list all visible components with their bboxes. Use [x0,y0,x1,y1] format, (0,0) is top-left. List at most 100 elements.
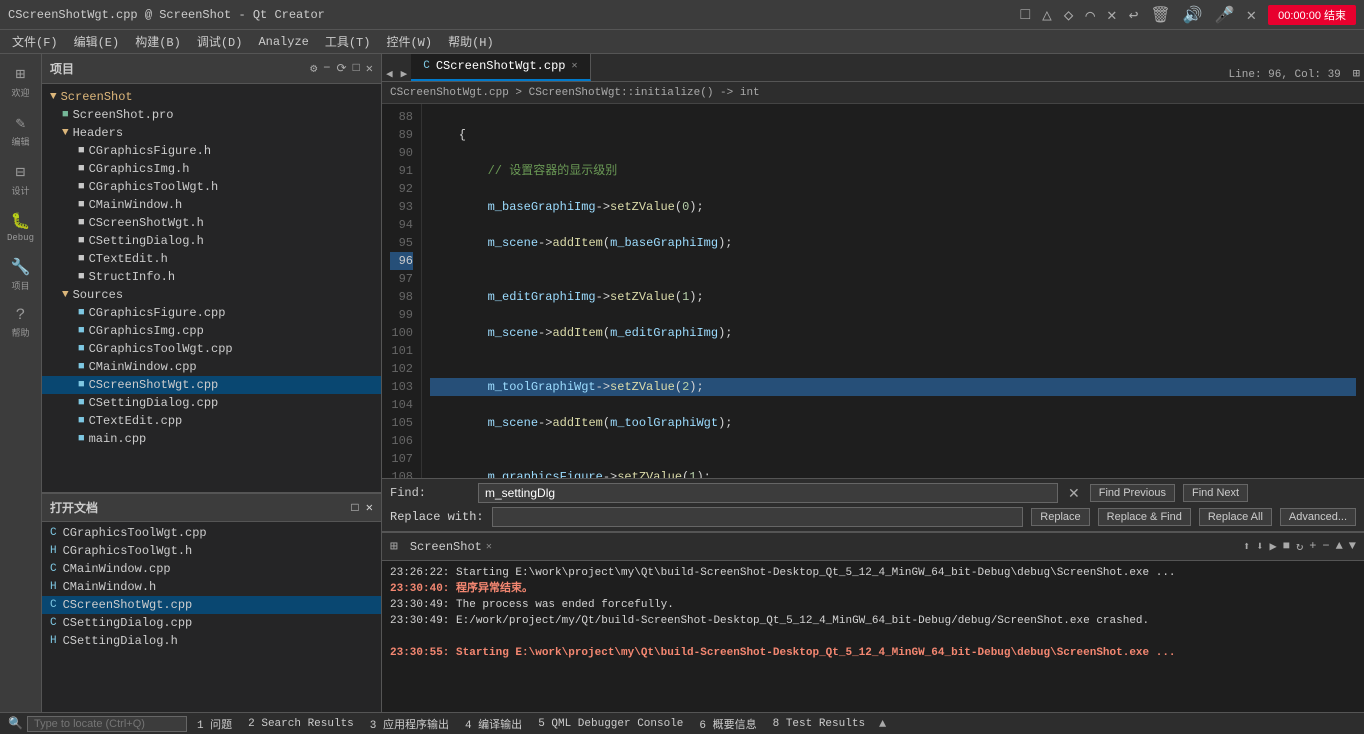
tree-item-CScreenShotWgt-cpp[interactable]: ■CScreenShotWgt.cpp [42,376,381,394]
curve-icon[interactable]: ⌒ [1085,5,1095,25]
tree-item-CGraphicsToolWgt-cpp[interactable]: ■CGraphicsToolWgt.cpp [42,340,381,358]
od-CSettingDialog-cpp[interactable]: CCSettingDialog.cpp [42,614,381,632]
menu-file[interactable]: 文件(F) [4,31,66,52]
editor-tab-CScreenShotWgt[interactable]: C CScreenShotWgt.cpp ✕ [411,54,590,81]
menu-debug[interactable]: 调试(D) [189,31,251,52]
speaker-icon[interactable]: 🔊 [1183,5,1203,25]
tree-item-CScreenShotWgt-h[interactable]: ■CScreenShotWgt.h [42,214,381,232]
od-CScreenShotWgt-cpp[interactable]: CCScreenShotWgt.cpp [42,596,381,614]
tree-item-CGraphicsImg-h[interactable]: ■CGraphicsImg.h [42,160,381,178]
bottombar-qml-debugger[interactable]: 5 QML Debugger Console [532,718,689,730]
output-plus-icon[interactable]: + [1309,539,1316,554]
bottombar-compile-output[interactable]: 4 编译输出 [459,716,528,732]
close-icon[interactable]: ✕ [1246,5,1256,25]
replace-button[interactable]: Replace [1031,508,1089,526]
tree-item-StructInfo-h[interactable]: ■StructInfo.h [42,268,381,286]
find-input[interactable] [478,483,1058,503]
tree-item-CTextEdit-cpp[interactable]: ■CTextEdit.cpp [42,412,381,430]
od-CMainWindow-h[interactable]: HCMainWindow.h [42,578,381,596]
sidebar-item-welcome[interactable]: ⊞ 欢迎 [0,58,41,105]
diamond-icon[interactable]: ◇ [1064,5,1074,25]
menu-help[interactable]: 帮助(H) [440,31,502,52]
maximize-icon[interactable]: □ [353,61,360,76]
output-play-icon[interactable]: ▶ [1270,539,1277,554]
od-CGraphicsToolWgt-h[interactable]: HCGraphicsToolWgt.h [42,542,381,560]
output-up-icon[interactable]: ⬆ [1243,539,1250,554]
close-panel-icon[interactable]: ✕ [366,61,373,76]
tree-item-CGraphicsFigure-h[interactable]: ■CGraphicsFigure.h [42,142,381,160]
advanced-button[interactable]: Advanced... [1280,508,1356,526]
triangle-icon[interactable]: △ [1042,5,1052,25]
close-docs-icon[interactable]: ✕ [366,501,373,515]
find-previous-button[interactable]: Find Previous [1090,484,1175,502]
output-tab-screenshot[interactable]: ScreenShot ✕ [402,538,500,556]
bottombar-app-output[interactable]: 3 应用程序输出 [364,716,455,732]
od-CSettingDialog-h[interactable]: HCSettingDialog.h [42,632,381,650]
bottombar-test-results[interactable]: 8 Test Results [767,718,871,730]
tree-item-main-cpp[interactable]: ■main.cpp [42,430,381,448]
replace-input[interactable] [492,507,1024,527]
od-CMainWindow-cpp[interactable]: CCMainWindow.cpp [42,560,381,578]
tab-nav-next[interactable]: ▶ [397,67,412,81]
sync-icon[interactable]: ⟳ [337,61,347,76]
undo-icon[interactable]: ↩ [1129,5,1139,25]
tab-close-btn[interactable]: ✕ [571,60,577,72]
tree-item-CTextEdit-h[interactable]: ■CTextEdit.h [42,250,381,268]
collapse-icon[interactable]: − [323,61,330,76]
sidebar-item-help[interactable]: ? 帮助 [0,300,41,345]
tree-item-CSettingDialog-cpp[interactable]: ■CSettingDialog.cpp [42,394,381,412]
output-minus-icon[interactable]: − [1322,539,1329,554]
tree-item-CSettingDialog-h[interactable]: ■CSettingDialog.h [42,232,381,250]
replace-all-button[interactable]: Replace All [1199,508,1272,526]
tree-item-CGraphicsToolWgt-h[interactable]: ■CGraphicsToolWgt.h [42,178,381,196]
filter-icon[interactable]: ⚙ [310,61,317,76]
tree-item-CMainWindow-h[interactable]: ■CMainWindow.h [42,196,381,214]
output-expand-icon[interactable]: ▲ [1336,539,1343,554]
replace-find-button[interactable]: Replace & Find [1098,508,1191,526]
od-CGraphicsToolWgt-cpp[interactable]: CCGraphicsToolWgt.cpp [42,524,381,542]
menu-controls[interactable]: 控件(W) [378,31,440,52]
maximize-docs-icon[interactable]: □ [351,501,358,515]
split-editor-icon[interactable]: ⊞ [1349,66,1364,81]
sidebar-item-project[interactable]: 🔧 项目 [0,251,41,298]
cross-icon[interactable]: ✕ [1107,5,1117,25]
sidebar-item-edit[interactable]: ✎ 编辑 [0,107,41,154]
tab-nav-prev[interactable]: ◀ [382,67,397,81]
output-rerun-icon[interactable]: ↻ [1296,539,1303,554]
tree-headers-folder[interactable]: ▼ Headers [42,124,381,142]
output-collapse-icon[interactable]: ▼ [1349,539,1356,554]
code-editor[interactable]: 8889909192 9394959697 9899100101102 1031… [382,104,1364,478]
output-stop-icon[interactable]: ■ [1283,539,1290,554]
bottombar-overview[interactable]: 6 概要信息 [693,716,762,732]
output-tab-close[interactable]: ✕ [486,541,492,553]
run-stop-button[interactable]: 00:00:00 结束 [1268,5,1356,25]
tree-root[interactable]: ▼ ScreenShot [42,88,381,106]
rect-icon[interactable]: □ [1021,6,1031,24]
bottombar-expand-icon[interactable]: ▲ [879,717,886,731]
menu-tools[interactable]: 工具(T) [317,31,379,52]
tree-item-CGraphicsFigure-cpp[interactable]: ■CGraphicsFigure.cpp [42,304,381,322]
find-next-button[interactable]: Find Next [1183,484,1248,502]
output-down-icon[interactable]: ⬇ [1256,539,1263,554]
locate-input[interactable] [27,716,187,732]
od-label: CSettingDialog.cpp [63,616,193,630]
menu-analyze[interactable]: Analyze [250,33,316,51]
menu-edit[interactable]: 编辑(E) [66,31,128,52]
cpp-doc-icon: C [50,527,57,539]
tree-item-CGraphicsImg-cpp[interactable]: ■CGraphicsImg.cpp [42,322,381,340]
bottombar-search-results[interactable]: 2 Search Results [242,718,360,730]
tree-item-CMainWindow-cpp[interactable]: ■CMainWindow.cpp [42,358,381,376]
find-clear-button[interactable]: ✕ [1066,485,1082,502]
mic-icon[interactable]: 🎤 [1215,5,1235,25]
sidebar-item-debug[interactable]: 🐛 Debug [0,205,41,249]
open-docs-icons: □ ✕ [351,500,373,515]
h-doc-icon: H [50,635,57,647]
tree-sources-folder[interactable]: ▼ Sources [42,286,381,304]
bottombar-problems[interactable]: 1 问题 [191,716,238,732]
menu-build[interactable]: 构建(B) [127,31,189,52]
code-content[interactable]: { // 设置容器的显示级别 m_baseGraphiImg->setZValu… [422,104,1364,478]
file-label: CGraphicsToolWgt.cpp [89,342,233,356]
tree-item-pro[interactable]: ■ ScreenShot.pro [42,106,381,124]
trash-icon[interactable]: 🗑 [1150,5,1170,25]
sidebar-item-design[interactable]: ⊟ 设计 [0,156,41,203]
